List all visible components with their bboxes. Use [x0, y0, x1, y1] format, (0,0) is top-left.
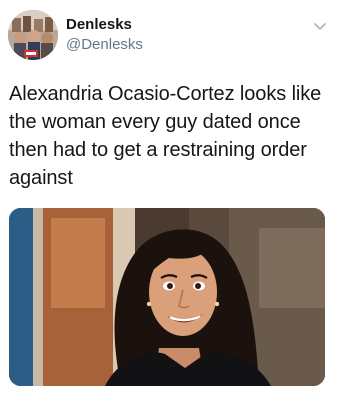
author-avatar[interactable]	[8, 10, 58, 60]
author-info[interactable]: Denlesks @Denlesks	[66, 16, 143, 55]
tweet-media-photo[interactable]	[9, 208, 325, 386]
tweet-text: Alexandria Ocasio-Cortez looks like the …	[9, 83, 322, 189]
author-display-name[interactable]: Denlesks	[66, 16, 143, 34]
tweet-card[interactable]: Denlesks @Denlesks Alexandria Ocasio-Cor…	[0, 0, 340, 399]
avatar-photo-icon	[8, 10, 58, 60]
chevron-down-icon[interactable]	[312, 18, 328, 34]
author-handle[interactable]: @Denlesks	[66, 35, 143, 55]
photo-image	[9, 208, 325, 386]
